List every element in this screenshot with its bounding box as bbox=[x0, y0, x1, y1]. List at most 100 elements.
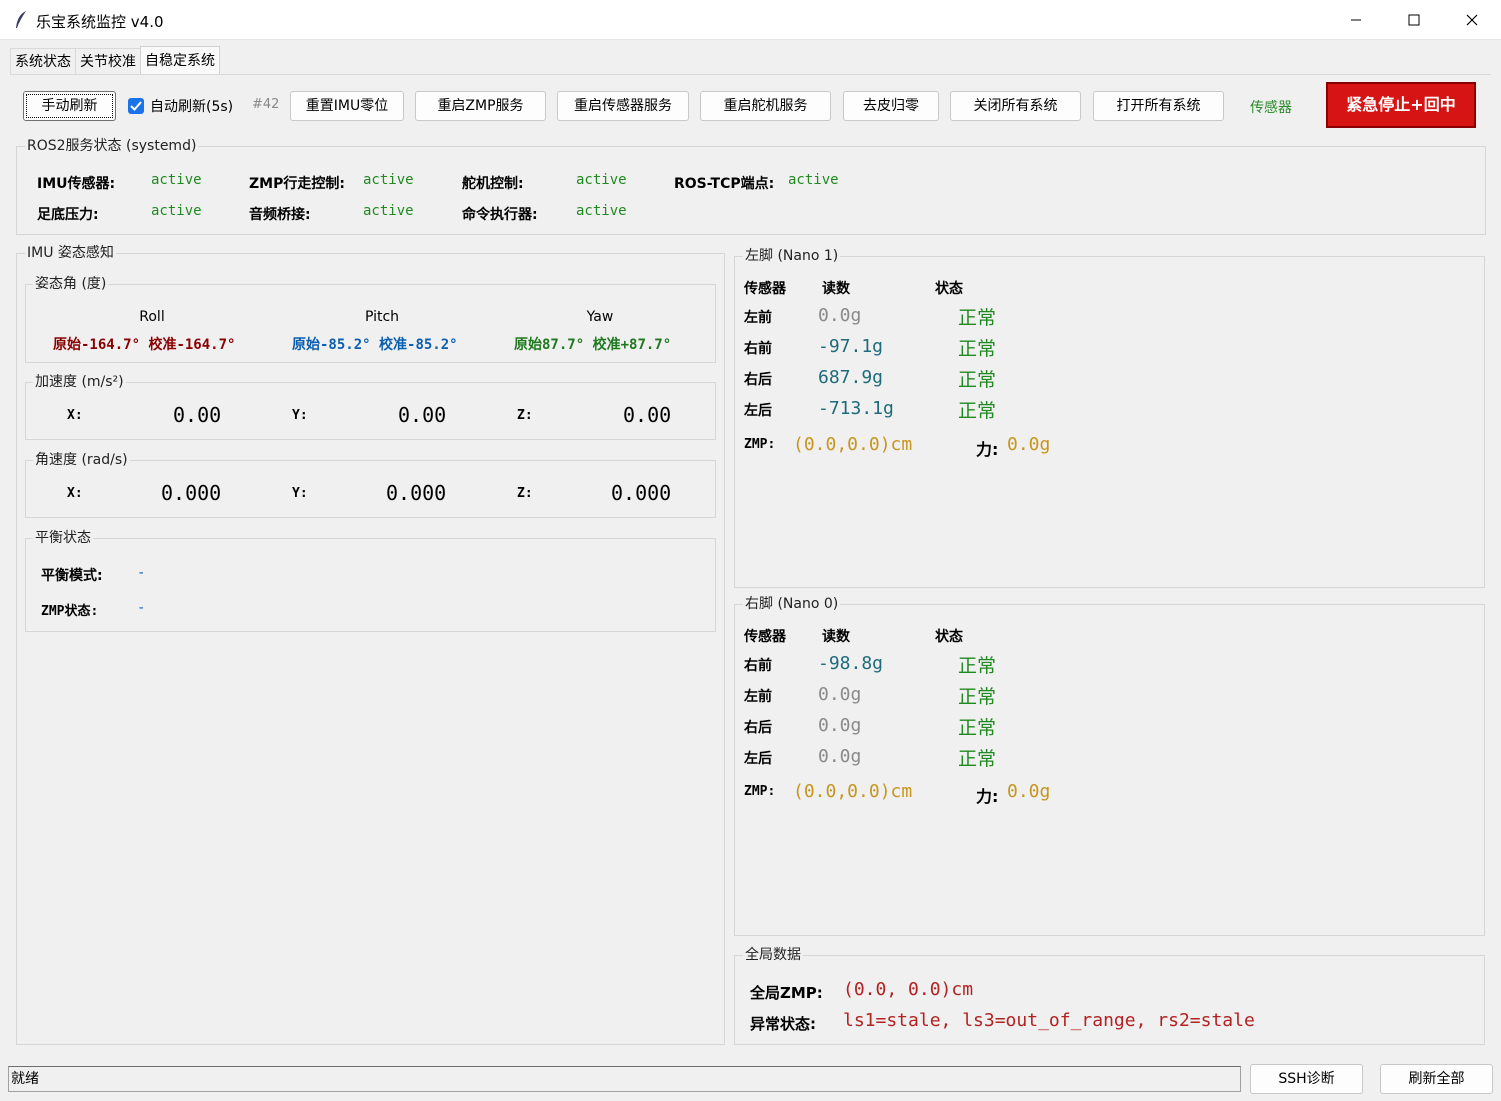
status-bar: 就绪 bbox=[8, 1066, 1241, 1092]
service-status-foot-pressure: active bbox=[151, 203, 202, 219]
left-foot-sensor-name: 右后 bbox=[744, 372, 772, 388]
yaw-header: Yaw bbox=[586, 309, 614, 325]
acceleration-group-title: 加速度 (m/s²) bbox=[33, 373, 126, 391]
emergency-stop-button[interactable]: 紧急停止+回中 bbox=[1326, 82, 1476, 128]
service-label-zmp: ZMP行走控制: bbox=[249, 176, 345, 192]
service-status-audio-bridge: active bbox=[363, 203, 414, 219]
gyro-y-value: 0.000 bbox=[386, 481, 447, 505]
service-label-command-executor: 命令执行器: bbox=[462, 207, 538, 223]
right-foot-sensor-status: 正常 bbox=[958, 717, 997, 739]
auto-refresh-checkbox[interactable]: 自动刷新(5s) bbox=[128, 96, 233, 116]
right-foot-sensor-reading: 0.0g bbox=[818, 684, 862, 705]
accel-y-value: 0.00 bbox=[398, 403, 447, 427]
anomaly-label: 异常状态: bbox=[750, 1015, 816, 1033]
right-foot-sensor-status: 正常 bbox=[958, 748, 997, 770]
right-foot-force-value: 0.0g bbox=[1007, 781, 1051, 802]
balance-group-title: 平衡状态 bbox=[33, 529, 93, 547]
yaw-cal-label: 校准 bbox=[592, 337, 621, 353]
accel-z-label: Z: bbox=[517, 408, 533, 423]
service-label-servo: 舵机控制: bbox=[462, 176, 524, 192]
left-foot-force-value: 0.0g bbox=[1007, 434, 1051, 455]
left-foot-sensor-status: 正常 bbox=[958, 338, 997, 360]
tare-button[interactable]: 去皮归零 bbox=[843, 91, 939, 121]
left-foot-sensor-reading: -97.1g bbox=[818, 336, 884, 357]
gyro-z-value: 0.000 bbox=[611, 481, 672, 505]
maximize-button[interactable] bbox=[1385, 0, 1443, 40]
imu-group-title: IMU 姿态感知 bbox=[25, 244, 116, 262]
right-foot-sensor-name: 右后 bbox=[744, 720, 772, 736]
accel-y-label: Y: bbox=[292, 408, 308, 423]
global-data-title: 全局数据 bbox=[743, 946, 803, 964]
minimize-button[interactable] bbox=[1327, 0, 1385, 40]
acceleration-group: 加速度 (m/s²) bbox=[25, 373, 716, 440]
left-foot-sensor-reading: 687.9g bbox=[818, 367, 884, 388]
restart-zmp-button[interactable]: 重启ZMP服务 bbox=[415, 91, 546, 121]
right-foot-sensor-reading: 0.0g bbox=[818, 715, 862, 736]
tab-self-stabilization[interactable]: 自稳定系统 bbox=[140, 46, 220, 75]
accel-x-label: X: bbox=[67, 408, 83, 423]
right-foot-sensor-reading: -98.8g bbox=[818, 653, 884, 674]
pitch-cal-value: -85.2° bbox=[407, 337, 458, 353]
close-button[interactable] bbox=[1443, 0, 1501, 40]
service-label-foot-pressure: 足底压力: bbox=[37, 207, 99, 223]
global-zmp-label: 全局ZMP: bbox=[750, 984, 823, 1002]
service-label-imu: IMU传感器: bbox=[37, 176, 116, 192]
attitude-group-title: 姿态角 (度) bbox=[33, 275, 109, 293]
restart-servo-button[interactable]: 重启舵机服务 bbox=[700, 91, 831, 121]
global-data-group: 全局数据 bbox=[734, 946, 1485, 1045]
service-status-servo: active bbox=[576, 172, 627, 188]
feather-icon bbox=[16, 11, 26, 28]
right-foot-force-label: 力: bbox=[976, 787, 999, 806]
maximize-icon bbox=[1408, 14, 1420, 26]
service-status-command-executor: active bbox=[576, 203, 627, 219]
gyro-x-label: X: bbox=[67, 486, 83, 501]
checkbox-checked-icon bbox=[128, 98, 144, 114]
service-label-audio-bridge: 音频桥接: bbox=[249, 207, 311, 223]
global-zmp-value: (0.0, 0.0)cm bbox=[843, 979, 974, 1000]
minimize-icon bbox=[1351, 19, 1361, 21]
open-all-systems-button[interactable]: 打开所有系统 bbox=[1093, 91, 1224, 121]
balance-mode-value: - bbox=[137, 565, 146, 581]
left-foot-sensor-status: 正常 bbox=[958, 307, 997, 329]
manual-refresh-button[interactable]: 手动刷新 bbox=[23, 91, 116, 121]
right-foot-zmp-value: (0.0,0.0)cm bbox=[793, 781, 913, 802]
accel-x-value: 0.00 bbox=[173, 403, 222, 427]
pitch-raw-value: -85.2° bbox=[320, 337, 371, 353]
right-foot-title: 右脚 (Nano 0) bbox=[743, 595, 841, 613]
roll-cal-label: 校准 bbox=[148, 337, 177, 353]
roll-cal-value: -164.7° bbox=[176, 337, 236, 353]
left-foot-sensor-status: 正常 bbox=[958, 400, 997, 422]
balance-group: 平衡状态 bbox=[25, 529, 716, 632]
yaw-raw-label: 原始 bbox=[514, 337, 542, 353]
close-all-systems-button[interactable]: 关闭所有系统 bbox=[950, 91, 1081, 121]
gyro-group-title: 角速度 (rad/s) bbox=[33, 451, 130, 469]
refresh-counter: #42 bbox=[252, 97, 280, 112]
roll-header: Roll bbox=[139, 309, 165, 325]
refresh-all-button[interactable]: 刷新全部 bbox=[1380, 1064, 1493, 1094]
reset-imu-button[interactable]: 重置IMU零位 bbox=[290, 91, 404, 121]
roll-raw-value: -164.7° bbox=[81, 337, 141, 353]
imu-group: IMU 姿态感知 bbox=[16, 244, 725, 1045]
left-foot-sensor-name: 左后 bbox=[744, 403, 772, 419]
title-bar: 乐宝系统监控 v4.0 bbox=[0, 0, 1501, 40]
service-status-zmp: active bbox=[363, 172, 414, 188]
tab-system-status[interactable]: 系统状态 bbox=[10, 48, 76, 74]
right-foot-sensor-reading: 0.0g bbox=[818, 746, 862, 767]
left-foot-force-label: 力: bbox=[976, 440, 999, 459]
gyro-z-label: Z: bbox=[517, 486, 533, 501]
restart-sensor-button[interactable]: 重启传感器服务 bbox=[557, 91, 689, 121]
tab-joint-calibration[interactable]: 关节校准 bbox=[75, 48, 141, 74]
service-label-ros-tcp: ROS-TCP端点: bbox=[674, 176, 775, 192]
left-foot-sensor-reading: 0.0g bbox=[818, 305, 862, 326]
tab-panel-border bbox=[10, 74, 1491, 75]
yaw-cal-value: +87.7° bbox=[620, 337, 672, 353]
left-foot-header-reading: 读数 bbox=[822, 281, 850, 297]
left-foot-sensor-reading: -713.1g bbox=[818, 398, 894, 419]
close-icon bbox=[1466, 14, 1478, 26]
ssh-diagnostics-button[interactable]: SSH诊断 bbox=[1250, 1064, 1363, 1094]
yaw-values: 原始87.7° 校准+87.7° bbox=[514, 334, 671, 354]
service-status-ros-tcp: active bbox=[788, 172, 839, 188]
right-foot-zmp-label: ZMP: bbox=[744, 784, 776, 799]
left-foot-title: 左脚 (Nano 1) bbox=[743, 247, 841, 265]
pitch-values: 原始-85.2° 校准-85.2° bbox=[292, 334, 458, 354]
